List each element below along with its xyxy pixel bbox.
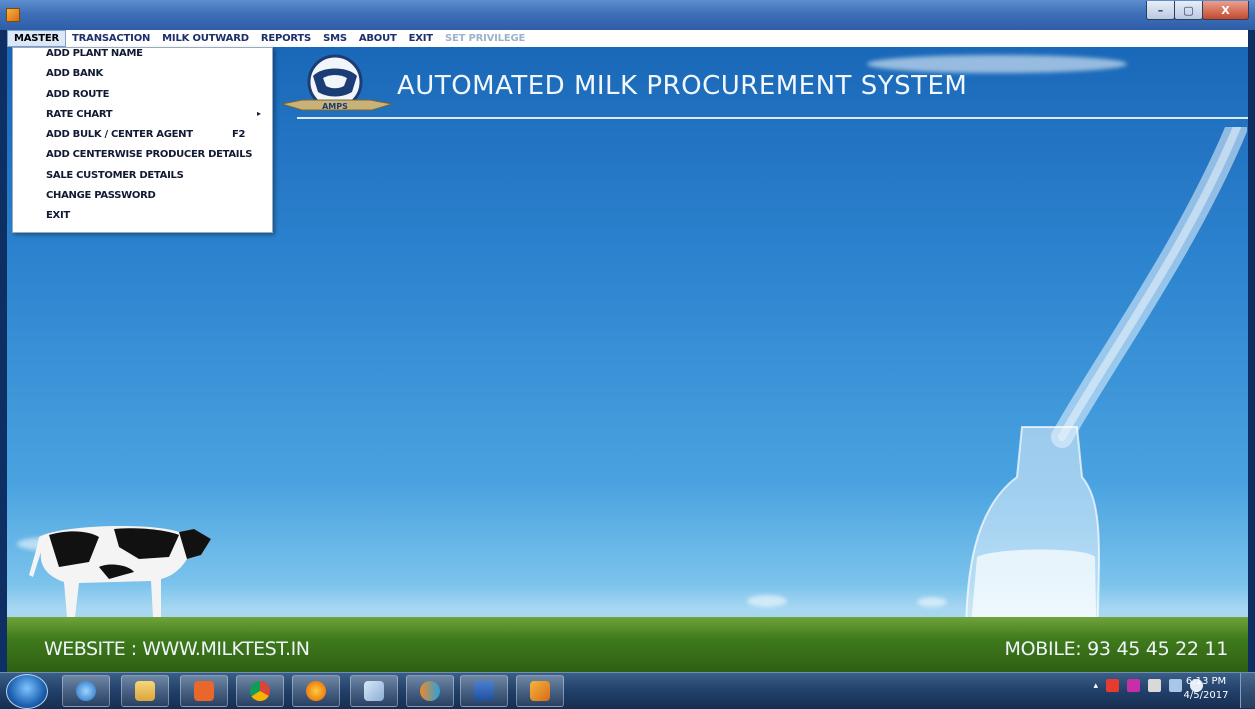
window-controls: – ▢ X: [1146, 1, 1249, 20]
master-dropdown-menu: ADD PLANT NAME ADD BANK ADD ROUTE RATE C…: [12, 47, 273, 233]
shortcut-label: F2: [232, 129, 246, 141]
cloud: [747, 595, 787, 607]
menu-item-add-route[interactable]: ADD ROUTE: [13, 89, 272, 109]
submenu-arrow-icon: ▸: [257, 108, 261, 118]
mobile-label: MOBILE: 93 45 45 22 11: [1004, 638, 1229, 660]
window-title-bar[interactable]: – ▢ X: [0, 0, 1255, 30]
menu-item-label: EXIT: [46, 210, 70, 222]
chrome-icon: [250, 681, 270, 701]
menu-bar: MASTER TRANSACTION MILK OUTWARD REPORTS …: [7, 30, 1248, 47]
menu-item-add-plant-name[interactable]: ADD PLANT NAME: [13, 48, 272, 68]
menu-item-label: ADD CENTERWISE PRODUCER DETAILS: [46, 149, 253, 161]
close-button[interactable]: X: [1202, 1, 1249, 20]
menu-item-rate-chart[interactable]: RATE CHART ▸: [13, 109, 272, 129]
amps-app-icon: [530, 681, 550, 701]
amps-logo: AMPS: [281, 54, 393, 111]
menu-milk-outward[interactable]: MILK OUTWARD: [156, 30, 255, 47]
firefox-icon: [306, 681, 326, 701]
menu-master[interactable]: MASTER: [7, 30, 67, 47]
clock-date: 4/5/2017: [1183, 690, 1229, 701]
menu-item-add-centerwise-producer-details[interactable]: ADD CENTERWISE PRODUCER DETAILS: [13, 149, 272, 169]
internet-explorer-icon: [76, 681, 96, 701]
menu-item-label: RATE CHART: [46, 108, 113, 120]
app-icon[interactable]: [6, 8, 20, 22]
media-player-icon: [194, 681, 214, 701]
milk-bottle-illustration: [965, 127, 1247, 672]
word-icon: [474, 681, 494, 701]
menu-set-privilege: SET PRIVILEGE: [444, 33, 526, 44]
menu-sms[interactable]: SMS: [317, 30, 353, 47]
menu-item-add-bank[interactable]: ADD BANK: [13, 68, 272, 88]
tray-antivirus-icon[interactable]: [1127, 679, 1140, 692]
menu-exit[interactable]: EXIT: [403, 30, 439, 47]
menu-item-label: CHANGE PASSWORD: [46, 190, 156, 202]
snipping-tool-icon: [364, 681, 384, 701]
tray-app-icon[interactable]: [1106, 679, 1119, 692]
taskbar-clock[interactable]: 6:13 PM 4/5/2017: [1180, 675, 1232, 703]
taskbar: ▴ 6:13 PM 4/5/2017: [0, 672, 1255, 709]
menu-transaction[interactable]: TRANSACTION: [66, 30, 156, 47]
cow-illustration: [29, 525, 211, 617]
menu-item-sale-customer-details[interactable]: SALE CUSTOMER DETAILS: [13, 170, 272, 190]
website-label: WEBSITE : WWW.MILKTEST.IN: [44, 638, 310, 660]
banner-divider: [297, 117, 1248, 119]
logo-text: AMPS: [322, 102, 348, 111]
taskbar-explorer-button[interactable]: [121, 675, 169, 707]
file-explorer-icon: [135, 681, 155, 701]
menu-item-label: ADD ROUTE: [46, 88, 110, 100]
maximize-button[interactable]: ▢: [1174, 1, 1203, 20]
menu-reports[interactable]: REPORTS: [255, 30, 317, 47]
taskbar-snipping-button[interactable]: [350, 675, 398, 707]
taskbar-word-button[interactable]: [460, 675, 508, 707]
minimize-button[interactable]: –: [1146, 1, 1175, 20]
start-button[interactable]: [6, 674, 48, 709]
action-center-flag-icon[interactable]: [1148, 679, 1161, 692]
menu-item-exit[interactable]: EXIT: [13, 210, 272, 230]
menu-item-change-password[interactable]: CHANGE PASSWORD: [13, 190, 272, 210]
taskbar-chrome-button[interactable]: [236, 675, 284, 707]
butterfly-app-icon: [420, 681, 440, 701]
taskbar-app-button[interactable]: [406, 675, 454, 707]
menu-about[interactable]: ABOUT: [353, 30, 403, 47]
show-desktop-button[interactable]: [1240, 673, 1255, 708]
taskbar-firefox-button[interactable]: [292, 675, 340, 707]
taskbar-media-button[interactable]: [180, 675, 228, 707]
menu-item-label: ADD PLANT NAME: [46, 48, 143, 59]
app-banner-title: AUTOMATED MILK PROCUREMENT SYSTEM: [397, 71, 968, 101]
menu-item-add-bulk-center-agent[interactable]: ADD BULK / CENTER AGENT F2: [13, 129, 272, 149]
clock-time: 6:13 PM: [1185, 676, 1227, 687]
menu-item-label: ADD BANK: [46, 68, 103, 80]
menu-item-label: ADD BULK / CENTER AGENT: [46, 129, 193, 141]
taskbar-amps-button[interactable]: [516, 675, 564, 707]
tray-expand-icon[interactable]: ▴: [1093, 681, 1098, 691]
menu-item-label: SALE CUSTOMER DETAILS: [46, 169, 184, 181]
taskbar-ie-button[interactable]: [62, 675, 110, 707]
